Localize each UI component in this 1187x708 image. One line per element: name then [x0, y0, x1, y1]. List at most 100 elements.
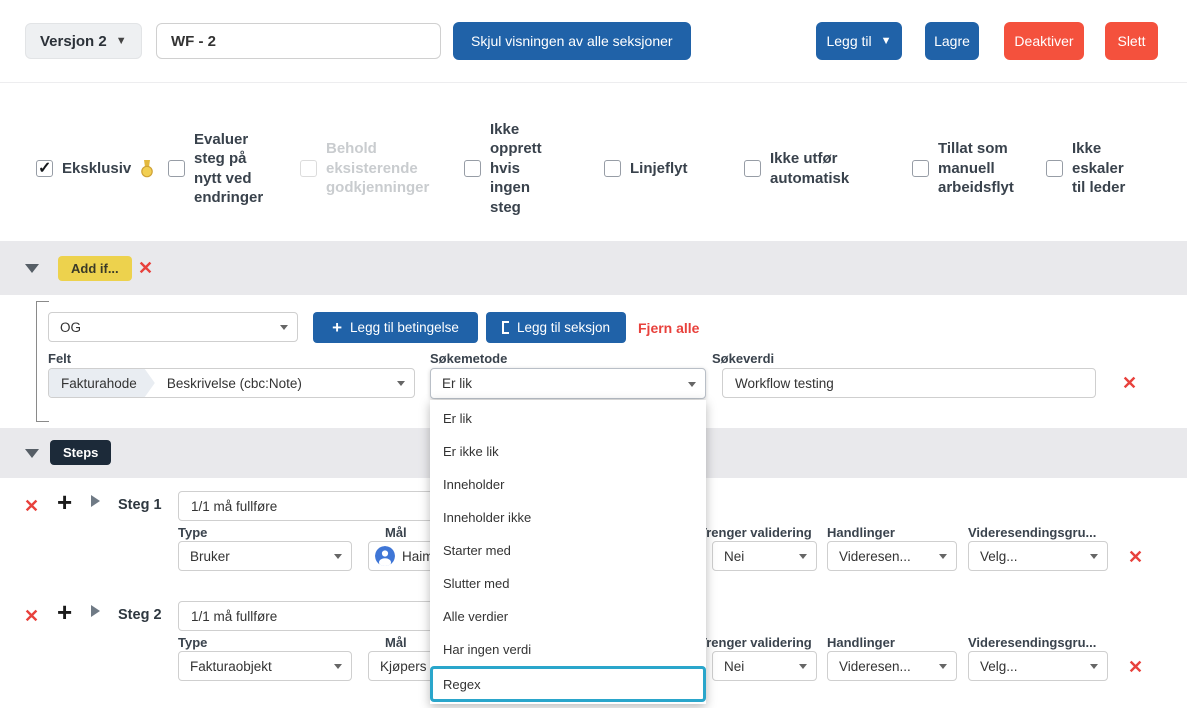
delete-step-icon[interactable]: ✕	[24, 607, 39, 625]
save-button[interactable]: Lagre	[925, 22, 979, 60]
save-label: Lagre	[934, 33, 970, 49]
workflow-name-input[interactable]	[156, 23, 441, 59]
caret-down-icon: ▼	[881, 35, 892, 47]
field-label: Felt	[48, 351, 71, 366]
collapse-caret-icon[interactable]	[25, 264, 39, 273]
hide-sections-button[interactable]: Skjul visningen av alle seksjoner	[453, 22, 691, 60]
add-dropdown-button[interactable]: Legg til ▼	[816, 22, 902, 60]
step-target-value: Kjøpers r	[380, 659, 435, 674]
add-step-icon[interactable]: +	[57, 489, 72, 515]
checkbox-checked[interactable]	[36, 160, 53, 177]
step-complete-input[interactable]	[178, 601, 438, 631]
checkbox[interactable]	[464, 160, 481, 177]
plus-icon: +	[332, 318, 342, 338]
target-label: Mål	[385, 525, 407, 540]
step-validation-select[interactable]: Nei	[712, 651, 817, 681]
validation-label: Trenger validering	[699, 635, 812, 650]
menu-item[interactable]: Inneholder ikke	[430, 501, 706, 534]
menu-item[interactable]: Inneholder	[430, 468, 706, 501]
option-label: Ikke utfør automatisk	[770, 149, 862, 188]
menu-item[interactable]: Alle verdier	[430, 600, 706, 633]
step-validation-value: Nei	[724, 659, 744, 674]
version-dropdown[interactable]: Versjon 2 ▼	[25, 23, 142, 59]
add-section-label: Legg til seksjon	[517, 320, 610, 335]
hide-sections-label: Skjul visningen av alle seksjoner	[471, 33, 673, 49]
field-select[interactable]: Fakturahode Beskrivelse (cbc:Note)	[48, 368, 415, 398]
checkbox[interactable]	[168, 160, 185, 177]
option-evaluer-steg[interactable]: Evaluer steg på nytt ved endringer	[168, 96, 270, 241]
condition-section-bar: Add if... ✕	[0, 241, 1187, 295]
caret-down-icon	[397, 381, 405, 386]
checkbox[interactable]	[604, 160, 621, 177]
validation-label: Trenger validering	[699, 525, 812, 540]
checkbox[interactable]	[744, 160, 761, 177]
caret-down-icon	[799, 664, 807, 669]
add-condition-label: Legg til betingelse	[350, 320, 459, 335]
expand-step-icon[interactable]	[91, 605, 100, 617]
step-validation-select[interactable]: Nei	[712, 541, 817, 571]
menu-item-highlighted[interactable]: Regex	[430, 666, 706, 702]
delete-step-icon[interactable]: ✕	[24, 497, 39, 515]
step-actions-select[interactable]: Videresen...	[827, 541, 957, 571]
remove-step-assignee-icon[interactable]: ✕	[1128, 548, 1143, 566]
step-complete-input[interactable]	[178, 491, 438, 521]
method-select[interactable]: Er lik	[430, 368, 706, 399]
step-actions-select[interactable]: Videresen...	[827, 651, 957, 681]
steps-badge[interactable]: Steps	[50, 440, 111, 465]
toolbar: Versjon 2 ▼ Skjul visningen av alle seks…	[0, 0, 1187, 83]
collapse-caret-icon[interactable]	[25, 449, 39, 458]
step-type-select[interactable]: Fakturaobjekt	[178, 651, 352, 681]
add-condition-button[interactable]: + Legg til betingelse	[313, 312, 478, 343]
operator-select[interactable]: OG	[48, 312, 298, 342]
step-type-value: Fakturaobjekt	[190, 659, 272, 674]
add-section-button[interactable]: Legg til seksjon	[486, 312, 626, 343]
deactivate-label: Deaktiver	[1014, 33, 1073, 49]
user-avatar	[375, 546, 395, 566]
add-if-badge[interactable]: Add if...	[58, 256, 132, 281]
expand-step-icon[interactable]	[91, 495, 100, 507]
option-ikke-utfor[interactable]: Ikke utfør automatisk	[744, 96, 862, 241]
step-forward-group-select[interactable]: Velg...	[968, 541, 1108, 571]
add-step-icon[interactable]: +	[57, 599, 72, 625]
checkbox[interactable]	[1046, 160, 1063, 177]
menu-item[interactable]: Er ikke lik	[430, 435, 706, 468]
method-value: Er lik	[442, 376, 472, 391]
option-label: Ikke eskaler til leder	[1072, 139, 1136, 198]
remove-condition-icon[interactable]: ✕	[1122, 374, 1137, 392]
remove-section-icon[interactable]: ✕	[138, 259, 153, 277]
field-group-crumb: Fakturahode	[49, 369, 155, 397]
caret-down-icon	[1090, 554, 1098, 559]
medal-icon	[140, 160, 154, 178]
option-tillat-manuell[interactable]: Tillat som manuell arbeidsflyt	[912, 96, 1020, 241]
search-value-input[interactable]	[722, 368, 1096, 398]
option-label: Ikke opprett hvis ingen steg	[490, 120, 552, 218]
option-eksklusiv[interactable]: Eksklusiv	[36, 96, 154, 241]
step-target-value: Haim	[402, 549, 434, 564]
remove-all-link[interactable]: Fjern alle	[638, 320, 699, 336]
remove-step-assignee-icon[interactable]: ✕	[1128, 658, 1143, 676]
option-ikke-opprett[interactable]: Ikke opprett hvis ingen steg	[464, 96, 552, 241]
caret-down-icon	[280, 325, 288, 330]
option-ikke-eskaler[interactable]: Ikke eskaler til leder	[1046, 96, 1136, 241]
type-label: Type	[178, 635, 207, 650]
type-label: Type	[178, 525, 207, 540]
option-behold-godkjenninger: Behold eksisterende godkjenninger	[300, 96, 432, 241]
caret-down-icon	[688, 382, 696, 387]
menu-item[interactable]: Har ingen verdi	[430, 633, 706, 666]
step-forward-group-select[interactable]: Velg...	[968, 651, 1108, 681]
menu-item[interactable]: Starter med	[430, 534, 706, 567]
step-validation-value: Nei	[724, 549, 744, 564]
delete-button[interactable]: Slett	[1105, 22, 1158, 60]
actions-label: Handlinger	[827, 525, 895, 540]
menu-item[interactable]: Slutter med	[430, 567, 706, 600]
menu-item[interactable]: Er lik	[430, 402, 706, 435]
forward-group-label: Videresendingsgru...	[968, 525, 1096, 540]
deactivate-button[interactable]: Deaktiver	[1004, 22, 1084, 60]
forward-group-label: Videresendingsgru...	[968, 635, 1096, 650]
checkbox[interactable]	[912, 160, 929, 177]
add-if-label: Add if...	[71, 261, 119, 276]
option-label: Eksklusiv	[62, 159, 131, 179]
option-linjeflyt[interactable]: Linjeflyt	[604, 96, 688, 241]
step-type-select[interactable]: Bruker	[178, 541, 352, 571]
step-name: Steg 1	[118, 497, 162, 513]
